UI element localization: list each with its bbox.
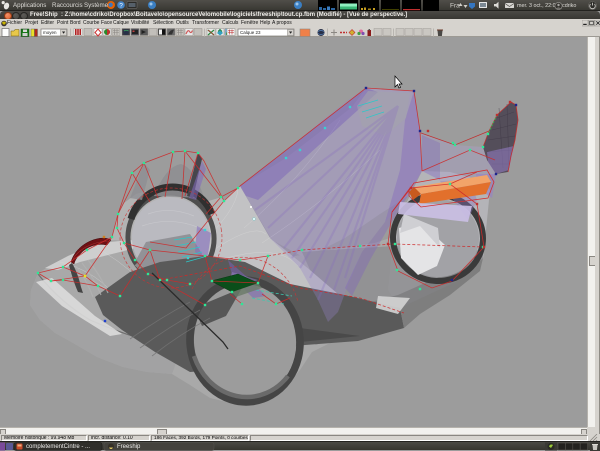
svg-text:?: ? — [119, 2, 123, 9]
svg-text:Calque 23: Calque 23 — [240, 30, 261, 35]
svg-text:moyen: moyen — [43, 30, 57, 35]
